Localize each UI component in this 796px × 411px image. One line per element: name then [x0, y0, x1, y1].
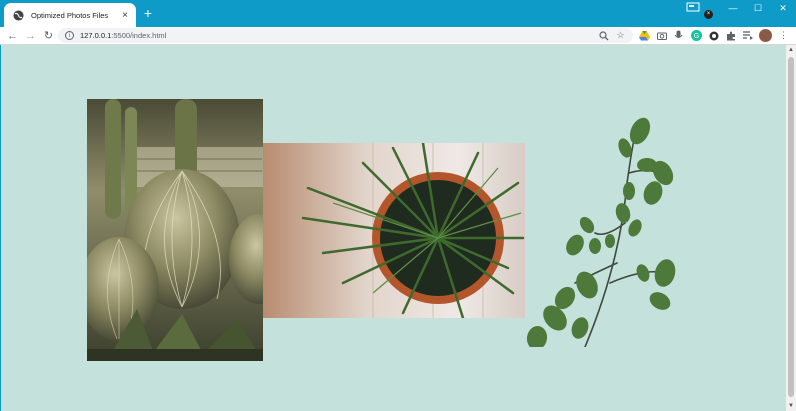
branch-photo	[525, 113, 679, 347]
kebab-menu-icon[interactable]: ⋮	[777, 29, 790, 42]
palm-photo	[263, 143, 525, 318]
back-arrow-icon[interactable]: ←	[5, 28, 20, 43]
browser-title-bar: Optimized Photos Files × + × — ☐ ✕	[0, 0, 796, 27]
cast-icon[interactable]	[686, 2, 700, 12]
browser-toolbar: ← → ↻ i 127.0.0.1:5500/index.html ☆ G ⋮	[0, 27, 796, 44]
star-icon[interactable]: ☆	[614, 29, 627, 42]
browser-tab[interactable]: Optimized Photos Files ×	[4, 3, 136, 27]
tab-title: Optimized Photos Files	[31, 10, 109, 20]
notification-dot[interactable]: ×	[704, 10, 713, 19]
info-icon[interactable]: i	[65, 31, 74, 40]
maximize-button[interactable]: ☐	[745, 0, 771, 16]
url-text[interactable]: 127.0.0.1:5500/index.html	[80, 31, 166, 40]
zoom-icon[interactable]	[597, 29, 610, 42]
puzzle-icon[interactable]	[724, 29, 737, 42]
svg-text:G: G	[694, 33, 699, 40]
url-path: :5500/index.html	[111, 31, 167, 40]
new-tab-button[interactable]: +	[141, 6, 155, 20]
reload-icon[interactable]: ↻	[41, 28, 56, 43]
tab-close-icon[interactable]: ×	[118, 8, 132, 22]
grammarly-icon[interactable]: G	[690, 29, 703, 42]
forward-arrow-icon[interactable]: →	[23, 28, 38, 43]
camera-icon[interactable]	[655, 29, 668, 42]
minimize-button[interactable]: —	[720, 0, 746, 16]
page-viewport	[0, 45, 786, 411]
mic-icon[interactable]	[672, 29, 685, 42]
reading-list-icon[interactable]	[741, 29, 754, 42]
scroll-up-arrow-icon[interactable]: ▲	[786, 45, 796, 55]
cactus-photo	[87, 99, 263, 361]
address-bar[interactable]: i 127.0.0.1:5500/index.html	[58, 28, 633, 43]
url-host: 127.0.0.1	[80, 31, 112, 40]
scrollbar-thumb[interactable]	[788, 57, 794, 397]
vertical-scrollbar[interactable]: ▲ ▼	[786, 45, 796, 411]
globe-icon	[13, 9, 24, 21]
close-window-button[interactable]: ✕	[770, 0, 796, 16]
circle-ext-icon[interactable]	[707, 29, 720, 42]
drive-icon[interactable]	[638, 29, 651, 42]
profile-avatar[interactable]	[759, 29, 772, 42]
scroll-down-arrow-icon[interactable]: ▼	[786, 401, 796, 411]
